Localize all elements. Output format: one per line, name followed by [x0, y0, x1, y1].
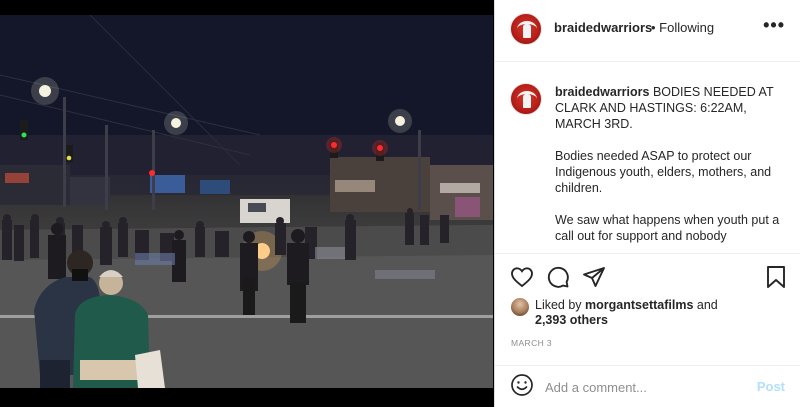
post-header: braidedwarriors • Following ••• [495, 0, 800, 62]
comment-bubble-icon[interactable] [546, 265, 570, 289]
likes-count-link[interactable]: 2,393 others [535, 313, 608, 327]
caption-scroll-area[interactable]: braidedwarriors BODIES NEEDED AT CLARK A… [495, 63, 800, 253]
comment-input[interactable] [545, 376, 745, 398]
header-username[interactable]: braidedwarriors [554, 20, 652, 35]
liked-by-text: Liked by morgantsettafilms and [535, 297, 718, 313]
heart-outline-icon[interactable] [510, 265, 534, 289]
post-side-panel: braidedwarriors • Following ••• braidedw… [494, 0, 800, 407]
caption-avatar[interactable] [510, 83, 542, 115]
post-date[interactable]: MARCH 3 [511, 338, 552, 348]
post-comment-button[interactable]: Post [757, 379, 785, 394]
braided-warriors-logo-figure [523, 24, 531, 38]
liked-by-and: and [696, 298, 718, 312]
comment-bar: Post [495, 365, 800, 407]
post-photo[interactable] [0, 15, 493, 388]
caption-username[interactable]: braidedwarriors [555, 85, 649, 99]
following-status[interactable]: • Following [651, 20, 714, 35]
caption-paragraph: Bodies needed ASAP to protect our Indige… [555, 149, 772, 195]
bookmark-icon[interactable] [765, 265, 787, 289]
caption-paragraph: We saw what happens when youth put a cal… [555, 213, 780, 243]
liker-avatar[interactable] [511, 298, 529, 316]
braided-warriors-logo-figure [523, 94, 531, 108]
liked-by-prefix: Liked by [535, 298, 582, 312]
post-caption: braidedwarriors BODIES NEEDED AT CLARK A… [555, 84, 781, 253]
more-options-icon[interactable]: ••• [763, 15, 785, 36]
instagram-post-window: braidedwarriors • Following ••• braidedw… [0, 0, 800, 407]
profile-avatar[interactable] [510, 13, 542, 45]
paper-plane-icon[interactable] [582, 265, 606, 289]
street-protest-scene [0, 15, 493, 388]
liker-username[interactable]: morgantsettafilms [585, 298, 693, 312]
emoji-smiley-icon[interactable] [510, 373, 534, 397]
